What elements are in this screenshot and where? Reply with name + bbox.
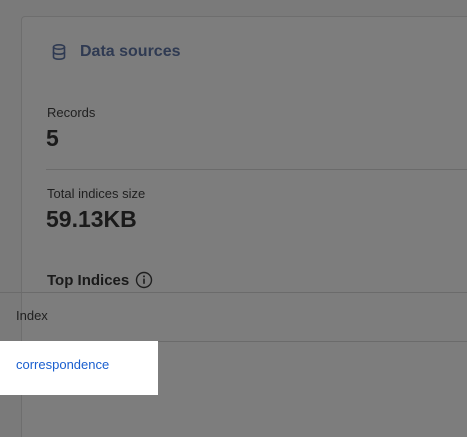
total-size-label: Total indices size xyxy=(47,186,146,201)
column-header-index: Index xyxy=(16,308,48,323)
card-title: Data sources xyxy=(80,43,181,60)
info-icon[interactable] xyxy=(135,271,153,289)
divider xyxy=(46,169,467,170)
table-header: Index xyxy=(0,292,467,342)
top-indices-title: Top Indices xyxy=(47,271,130,289)
total-size-value: 59.13KB xyxy=(46,206,137,232)
records-value: 5 xyxy=(46,125,59,151)
top-indices-heading: Top Indices xyxy=(47,271,153,289)
index-link-correspondence[interactable]: correspondence xyxy=(16,357,109,372)
card-header: Data sources xyxy=(50,43,181,61)
table-row: correspondence xyxy=(0,341,158,395)
database-icon xyxy=(52,43,66,61)
records-label: Records xyxy=(47,105,96,120)
